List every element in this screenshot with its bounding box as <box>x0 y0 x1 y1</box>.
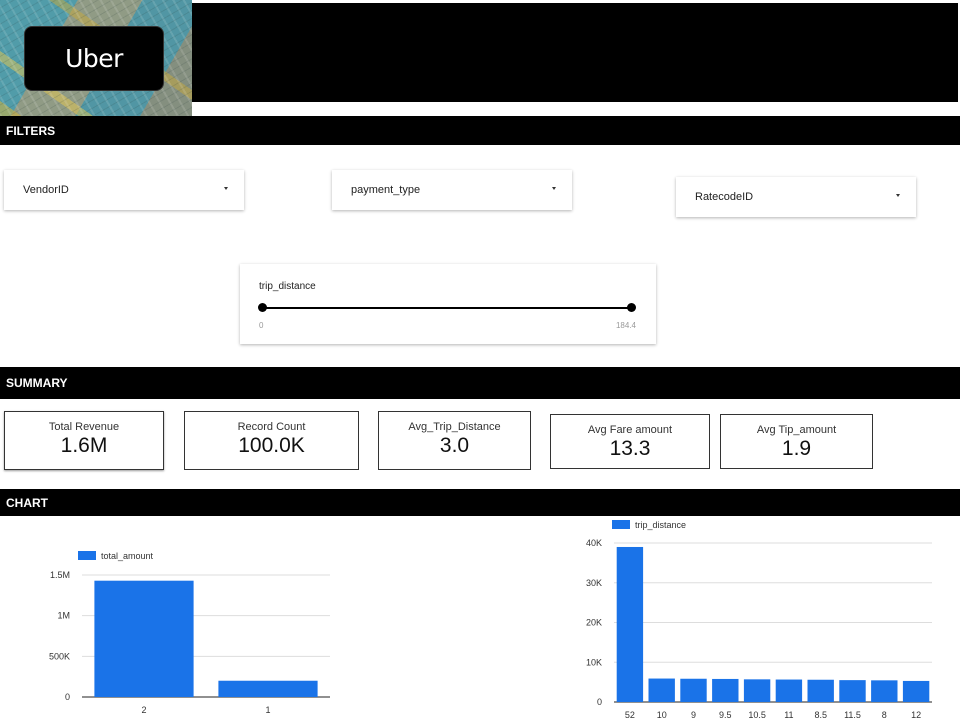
kpi-label: Avg Tip_amount <box>756 424 837 436</box>
x-tick-label: 2 <box>141 705 146 715</box>
slider-max-value: 184.4 <box>615 321 636 330</box>
ratecodeid-dropdown-label: RatecodeID <box>695 191 754 203</box>
kpi-label: Avg Fare amount <box>587 424 673 436</box>
bar <box>775 679 803 702</box>
kpi-value: 3.0 <box>439 434 470 457</box>
slider-min-value: 0 <box>259 321 264 330</box>
filters-section-header: FILTERS <box>0 116 960 145</box>
bar <box>680 678 707 702</box>
kpi-avg-fare-amount: Avg Fare amount 13.3 <box>550 414 710 469</box>
y-tick-label: 40K <box>586 538 602 548</box>
slider-max-handle[interactable] <box>627 303 636 312</box>
bar <box>218 680 318 697</box>
legend-label: total_amount <box>101 551 154 561</box>
caret-down-icon <box>224 187 228 190</box>
ratecodeid-dropdown[interactable]: RatecodeID <box>676 177 916 217</box>
vendorid-dropdown-label: VendorID <box>23 184 69 196</box>
slider-min-handle[interactable] <box>258 303 267 312</box>
y-tick-label: 30K <box>586 578 602 588</box>
bar <box>871 680 898 702</box>
x-tick-label: 1 <box>265 705 270 715</box>
x-tick-label: 9.5 <box>719 710 732 720</box>
legend-swatch <box>612 520 630 529</box>
x-tick-label: 10.5 <box>748 710 766 720</box>
bar <box>712 678 739 702</box>
legend-swatch <box>78 551 96 560</box>
bar <box>616 546 644 702</box>
y-tick-label: 10K <box>586 657 602 667</box>
kpi-total-revenue: Total Revenue 1.6M <box>4 411 164 470</box>
bar <box>743 679 771 702</box>
kpi-value: 1.9 <box>781 437 812 460</box>
uber-logo: Uber <box>24 26 164 91</box>
x-tick-label: 9 <box>691 710 696 720</box>
x-tick-label: 8.5 <box>814 710 827 720</box>
kpi-value: 100.0K <box>238 434 305 457</box>
header-banner <box>192 3 958 102</box>
vendorid-dropdown[interactable]: VendorID <box>4 170 244 210</box>
bar <box>648 678 675 702</box>
kpi-avg-tip-amount: Avg Tip_amount 1.9 <box>720 414 873 469</box>
x-tick-label: 11 <box>784 710 793 720</box>
x-tick-label: 12 <box>911 710 921 720</box>
payment-type-dropdown-label: payment_type <box>351 184 421 196</box>
y-tick-label: 500K <box>49 651 70 661</box>
y-tick-label: 20K <box>586 618 602 628</box>
caret-down-icon <box>552 187 556 190</box>
bar <box>807 679 834 702</box>
x-tick-label: 11.5 <box>844 710 861 720</box>
x-tick-label: 52 <box>625 710 635 720</box>
bar <box>839 680 866 702</box>
map-background-image: Uber <box>0 0 192 116</box>
x-tick-label: 8 <box>882 710 887 720</box>
summary-section-header: SUMMARY <box>0 367 960 399</box>
kpi-record-count: Record Count 100.0K <box>184 411 359 470</box>
trip-distance-slider-card: trip_distance 0 184.4 <box>240 264 656 344</box>
legend-label: trip_distance <box>635 520 686 530</box>
kpi-value: 1.6M <box>60 434 108 457</box>
bar <box>902 680 930 702</box>
kpi-label: Avg_Trip_Distance <box>408 421 501 433</box>
y-tick-label: 0 <box>597 697 602 707</box>
y-tick-label: 1.5M <box>50 570 70 580</box>
payment-type-dropdown[interactable]: payment_type <box>332 170 572 210</box>
x-tick-label: 10 <box>657 710 667 720</box>
y-tick-label: 1M <box>57 611 70 621</box>
total-amount-bar-chart: total_amount 0 500K 1M 1.5M 2 1 <box>49 551 330 715</box>
bar <box>94 580 194 697</box>
trip-distance-bar-chart: trip_distance 0 10K 20K 30K 40K 52 10 9 9.5 10.5 11… <box>586 520 932 720</box>
y-tick-label: 0 <box>65 692 70 702</box>
kpi-avg-trip-distance: Avg_Trip_Distance 3.0 <box>378 411 531 470</box>
chart-section-header: CHART <box>0 489 960 516</box>
kpi-value: 13.3 <box>609 437 651 460</box>
slider-label: trip_distance <box>259 281 316 292</box>
kpi-label: Record Count <box>237 421 306 433</box>
slider-track[interactable] <box>263 307 632 309</box>
kpi-label: Total Revenue <box>48 421 120 433</box>
caret-down-icon <box>896 194 900 197</box>
